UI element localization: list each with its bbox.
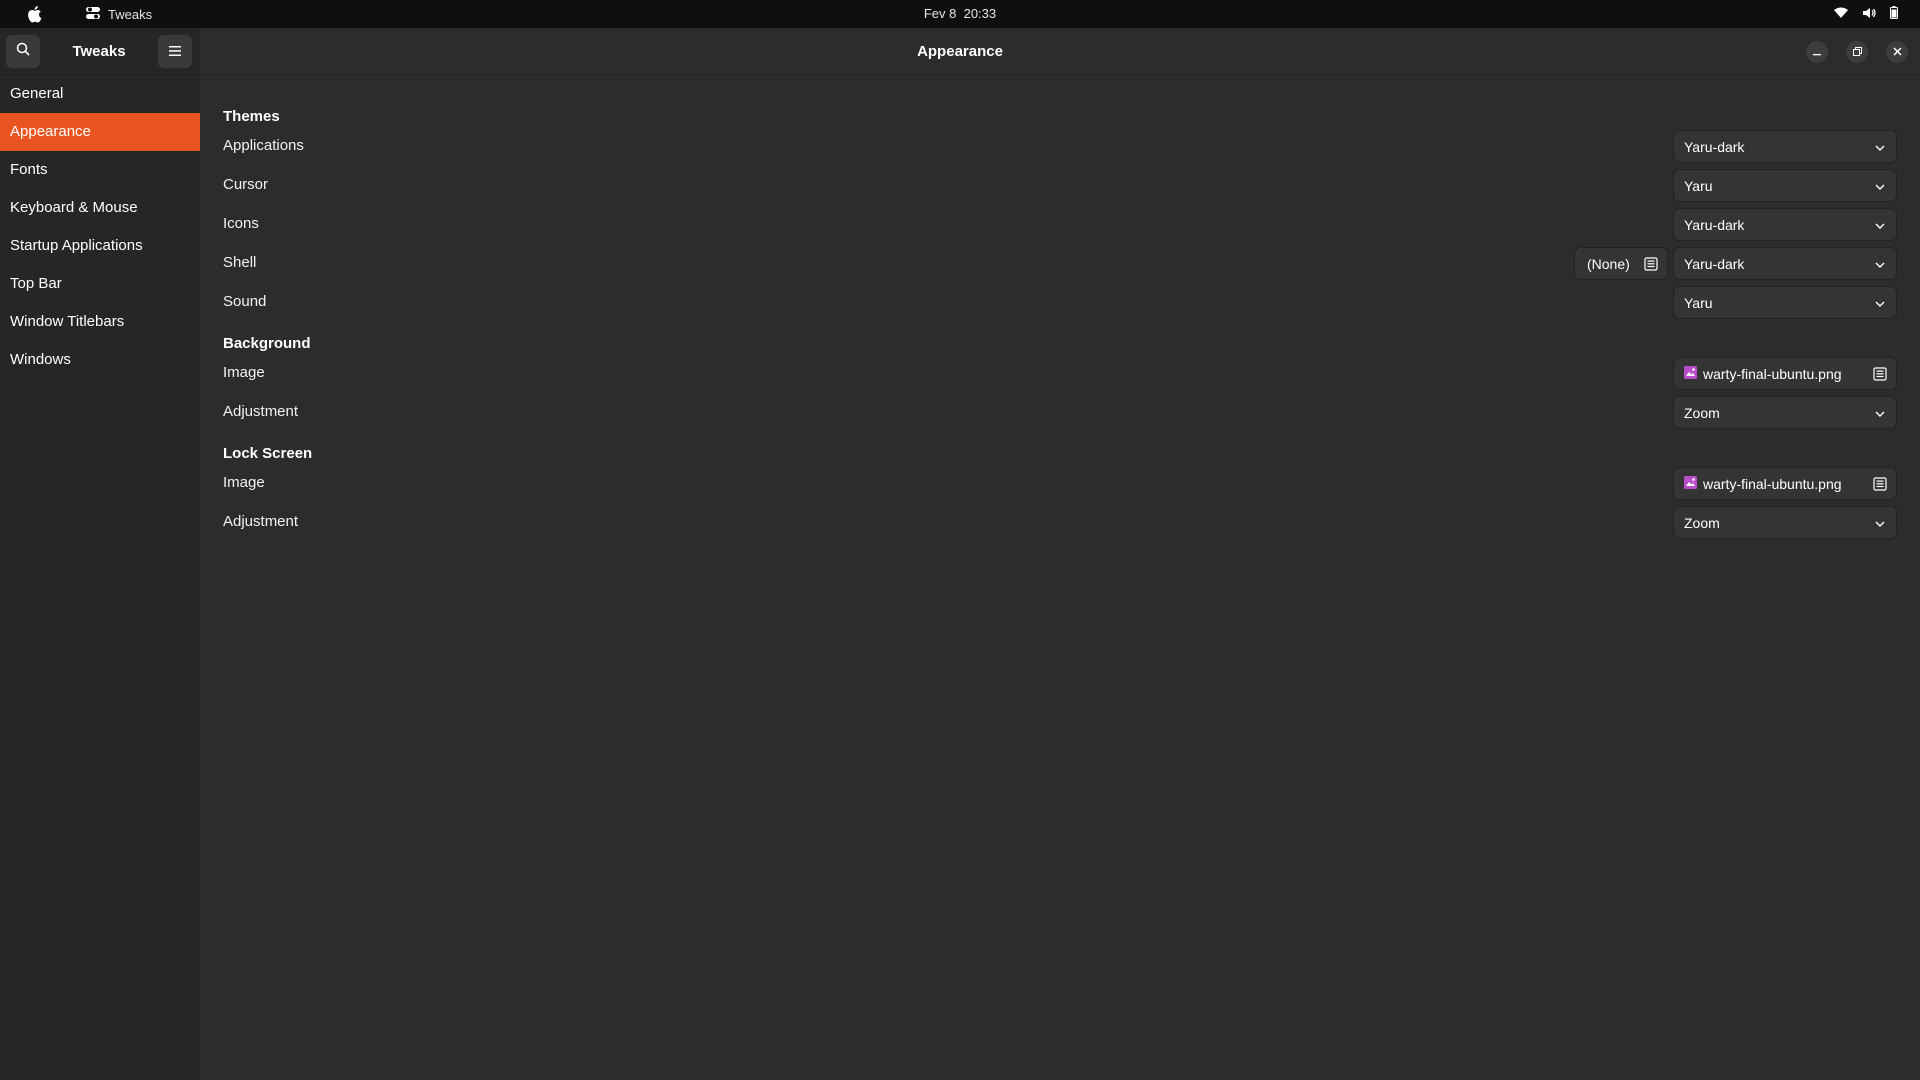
close-button[interactable]: [1886, 41, 1908, 63]
chevron-down-icon: [1874, 141, 1886, 157]
document-open-icon: [1873, 477, 1887, 494]
chevron-down-icon: [1874, 407, 1886, 423]
tweaks-window: Tweaks General Appearance Fonts Keyboard…: [0, 28, 1920, 1080]
sidebar-item-fonts[interactable]: Fonts: [0, 151, 200, 189]
sidebar-item-startup-applications[interactable]: Startup Applications: [0, 227, 200, 265]
active-app-name: Tweaks: [108, 6, 153, 22]
sidebar-item-windows[interactable]: Windows: [0, 341, 200, 379]
active-app-indicator[interactable]: Tweaks: [86, 0, 152, 28]
background-adjustment-value: Zoom: [1684, 404, 1720, 421]
restore-button[interactable]: [1846, 41, 1868, 63]
background-image-label: Image: [223, 364, 265, 381]
close-icon: [1892, 43, 1902, 61]
shell-label: Shell: [223, 254, 257, 271]
lock-screen-section-title: Lock Screen: [223, 445, 313, 462]
applications-theme-dropdown[interactable]: Yaru-dark: [1673, 130, 1897, 163]
sidebar-item-keyboard-mouse[interactable]: Keyboard & Mouse: [0, 189, 200, 227]
sidebar-item-general[interactable]: General: [0, 75, 200, 113]
shell-theme-value: Yaru-dark: [1684, 255, 1745, 272]
system-top-bar: Tweaks Fev 8 20:33: [0, 0, 1920, 28]
sound-label: Sound: [223, 293, 267, 310]
icons-label: Icons: [223, 215, 259, 232]
content-pane: Appearance Themes Applications Yaru-dark…: [200, 28, 1920, 1080]
tweaks-app-icon: [86, 6, 100, 23]
chevron-down-icon: [1874, 258, 1886, 274]
content-header: Appearance: [200, 28, 1920, 75]
themes-section-title: Themes: [223, 108, 280, 125]
applications-theme-value: Yaru-dark: [1684, 138, 1745, 155]
chevron-down-icon: [1874, 517, 1886, 533]
lock-screen-image-file-button[interactable]: warty-final-ubuntu.png: [1673, 467, 1897, 500]
lock-screen-adjustment-dropdown[interactable]: Zoom: [1673, 506, 1897, 539]
sidebar: Tweaks General Appearance Fonts Keyboard…: [0, 28, 200, 1080]
sound-theme-dropdown[interactable]: Yaru: [1673, 286, 1897, 319]
sidebar-nav: General Appearance Fonts Keyboard & Mous…: [0, 75, 200, 379]
background-image-filename: warty-final-ubuntu.png: [1703, 365, 1842, 382]
lock-screen-image-label: Image: [223, 474, 265, 491]
sidebar-item-window-titlebars[interactable]: Window Titlebars: [0, 303, 200, 341]
chevron-down-icon: [1874, 180, 1886, 196]
lock-screen-adjustment-value: Zoom: [1684, 514, 1720, 531]
image-file-icon: [1684, 475, 1697, 492]
main-menu-button[interactable]: [158, 35, 192, 68]
system-tray[interactable]: [1834, 0, 1898, 28]
background-image-file-button[interactable]: warty-final-ubuntu.png: [1673, 357, 1897, 390]
sound-theme-value: Yaru: [1684, 294, 1713, 311]
shell-theme-dropdown[interactable]: Yaru-dark: [1673, 247, 1897, 280]
chevron-down-icon: [1874, 297, 1886, 313]
sidebar-item-top-bar[interactable]: Top Bar: [0, 265, 200, 303]
shell-theme-file-button[interactable]: (None): [1574, 247, 1668, 280]
cursor-label: Cursor: [223, 176, 269, 193]
apple-logo-icon[interactable]: [26, 5, 42, 26]
icons-theme-value: Yaru-dark: [1684, 216, 1745, 233]
sidebar-header: Tweaks: [0, 28, 200, 75]
image-file-icon: [1684, 365, 1697, 382]
shell-theme-file-value: (None): [1587, 255, 1630, 272]
search-icon: [16, 42, 30, 61]
document-open-icon: [1873, 367, 1887, 384]
hamburger-menu-icon: [169, 43, 181, 61]
minimize-icon: [1813, 43, 1821, 61]
chevron-down-icon: [1874, 219, 1886, 235]
restore-icon: [1852, 43, 1862, 61]
search-button[interactable]: [6, 35, 40, 68]
cursor-theme-value: Yaru: [1684, 177, 1713, 194]
minimize-button[interactable]: [1806, 41, 1828, 63]
background-section-title: Background: [223, 335, 311, 352]
background-adjustment-label: Adjustment: [223, 403, 299, 420]
clock-time[interactable]: 20:33: [964, 6, 997, 21]
sidebar-title: Tweaks: [72, 43, 126, 60]
page-title: Appearance: [917, 43, 1003, 60]
lock-screen-image-filename: warty-final-ubuntu.png: [1703, 475, 1842, 492]
lock-screen-adjustment-label: Adjustment: [223, 513, 299, 530]
document-open-icon: [1644, 257, 1658, 274]
applications-label: Applications: [223, 137, 304, 154]
icons-theme-dropdown[interactable]: Yaru-dark: [1673, 208, 1897, 241]
volume-icon[interactable]: [1862, 7, 1876, 22]
clock-date[interactable]: Fev 8: [924, 6, 957, 21]
cursor-theme-dropdown[interactable]: Yaru: [1673, 169, 1897, 202]
sidebar-item-appearance[interactable]: Appearance: [0, 113, 200, 151]
background-adjustment-dropdown[interactable]: Zoom: [1673, 396, 1897, 429]
battery-icon[interactable]: [1890, 6, 1898, 22]
wifi-icon[interactable]: [1834, 7, 1848, 22]
